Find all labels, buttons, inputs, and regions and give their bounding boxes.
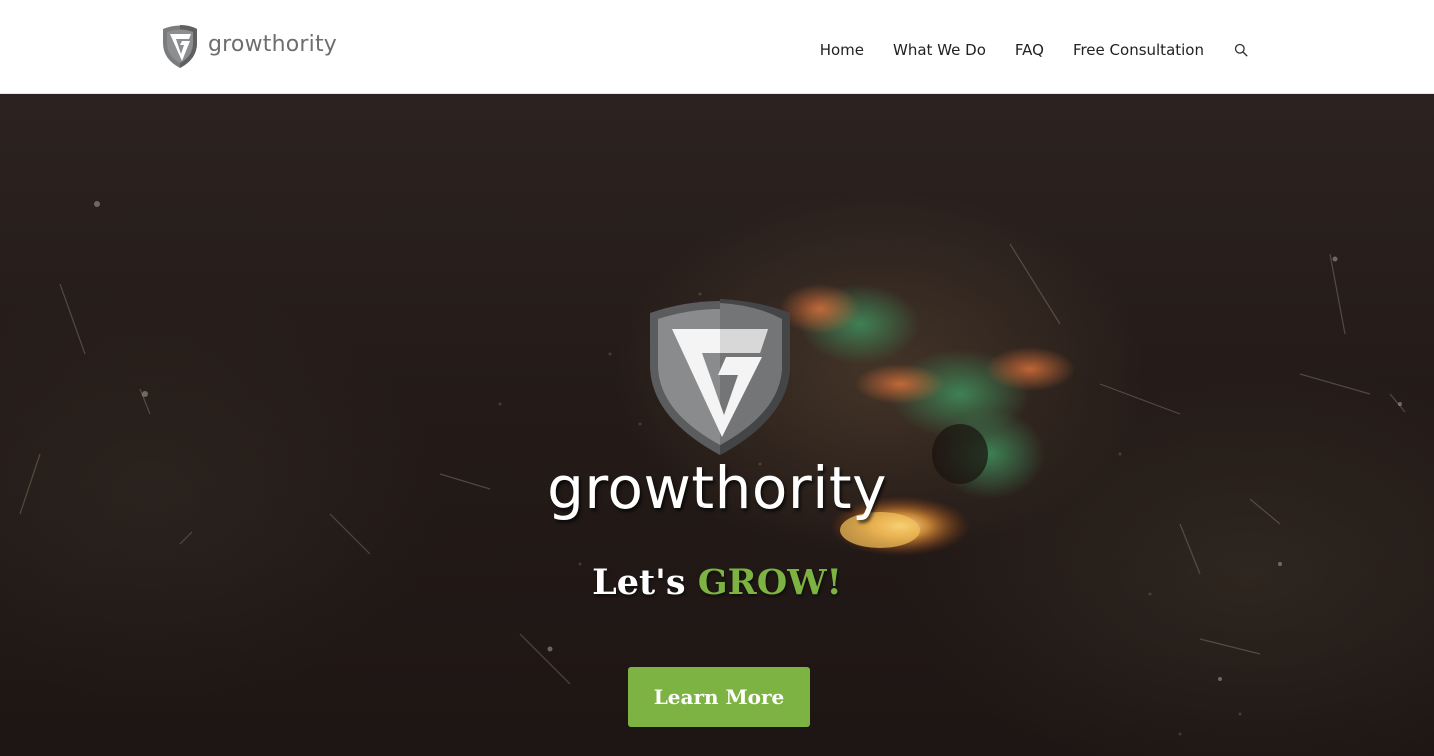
search-icon[interactable] — [1234, 43, 1248, 57]
hero-shield-logo-icon — [650, 299, 790, 455]
main-nav: Home What We Do FAQ Free Consultation — [820, 0, 1248, 100]
tagline-prefix: Let's — [592, 562, 686, 603]
hero-tagline: Let's GROW! — [0, 562, 1434, 603]
tagline-accent: GROW! — [697, 562, 842, 603]
nav-item-faq[interactable]: FAQ — [1015, 41, 1044, 59]
learn-more-button[interactable]: Learn More — [628, 667, 810, 727]
nav-item-home[interactable]: Home — [820, 41, 864, 59]
hero-brand-title: growthority — [547, 454, 887, 522]
shield-logo-icon — [160, 23, 200, 69]
site-header: growthority Home What We Do FAQ Free Con… — [0, 0, 1434, 94]
hero-section: growthority Let's GROW! Learn More — [0, 94, 1434, 756]
nav-item-what-we-do[interactable]: What We Do — [893, 41, 986, 59]
nav-item-free-consultation[interactable]: Free Consultation — [1073, 41, 1204, 59]
brand-name: growthority — [208, 31, 338, 57]
brand-logo-link[interactable]: growthority — [160, 23, 337, 69]
